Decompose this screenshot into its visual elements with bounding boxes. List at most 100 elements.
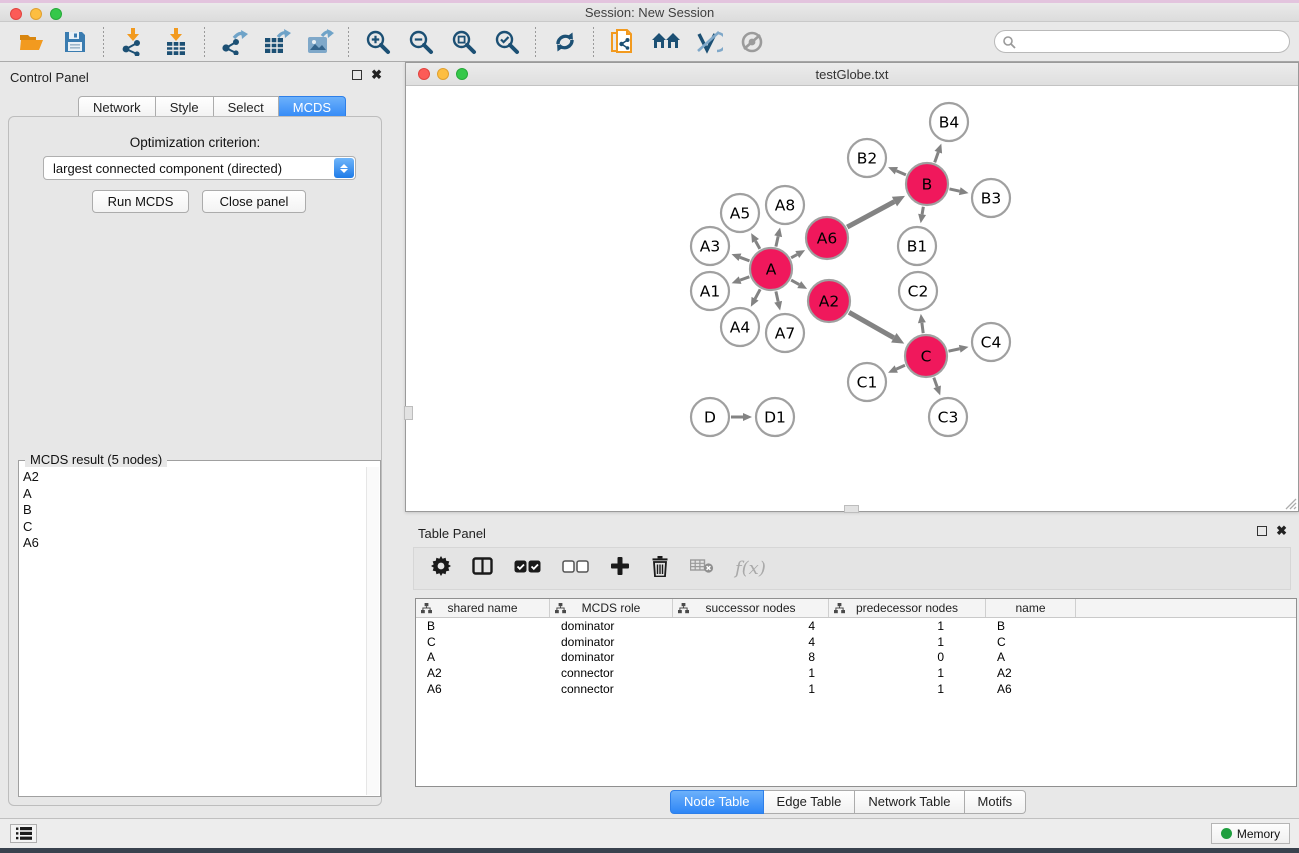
- table-row[interactable]: Adominator80A: [416, 650, 1296, 666]
- export-network-button[interactable]: [212, 25, 255, 59]
- graph-edge-A-A7[interactable]: [776, 291, 778, 301]
- home-pair-button[interactable]: [644, 25, 687, 59]
- table-cell: C: [986, 635, 1076, 649]
- graph-edge-B-B2[interactable]: [896, 171, 906, 175]
- run-mcds-button[interactable]: Run MCDS: [92, 190, 189, 213]
- graph-edge-arrowhead: [732, 254, 742, 261]
- delete-column-button[interactable]: [651, 556, 669, 582]
- add-column-button[interactable]: [610, 556, 630, 581]
- open-session-button[interactable]: [10, 25, 53, 59]
- graph-edge-C-C4[interactable]: [948, 349, 959, 351]
- result-list-item[interactable]: A6: [23, 535, 364, 552]
- tab-network-table[interactable]: Network Table: [855, 790, 964, 814]
- import-table-button[interactable]: [154, 25, 197, 59]
- show-panels-button[interactable]: [10, 824, 37, 843]
- criterion-dropdown[interactable]: largest connected component (directed): [43, 156, 356, 180]
- graph-edge-A-A8[interactable]: [776, 236, 778, 246]
- close-window-icon[interactable]: [10, 8, 22, 20]
- tab-edge-table[interactable]: Edge Table: [764, 790, 856, 814]
- table-cell: 8: [673, 650, 829, 664]
- table-row[interactable]: A2connector11A2: [416, 665, 1296, 681]
- delete-table-button[interactable]: [690, 558, 714, 579]
- graph-node-label: B4: [939, 114, 960, 132]
- save-session-icon: [63, 30, 87, 54]
- network-minimize-icon[interactable]: [437, 68, 449, 80]
- result-list-item[interactable]: A: [23, 486, 364, 503]
- status-bar: Memory: [0, 818, 1299, 848]
- column-header-MCDS-role[interactable]: MCDS role: [550, 599, 673, 617]
- node-table[interactable]: shared name MCDS rolesuccessor nodesprede…: [415, 598, 1297, 787]
- search-input[interactable]: [1016, 33, 1289, 51]
- table-row[interactable]: Cdominator41C: [416, 634, 1296, 650]
- graph-edge-C-C2[interactable]: [922, 323, 923, 333]
- float-table-panel-icon[interactable]: [1257, 526, 1267, 536]
- deselect-all-button[interactable]: [562, 560, 589, 578]
- graph-edge-A-A3[interactable]: [740, 257, 750, 261]
- search-field[interactable]: [994, 30, 1290, 53]
- network-graph[interactable]: B4B2BB3B1A5A8A6A3AA1A2C2A4A7C4CC1C3DD1: [406, 86, 1298, 511]
- zoom-in-button[interactable]: [356, 25, 399, 59]
- close-panel-button[interactable]: Close panel: [202, 190, 306, 213]
- close-panel-icon[interactable]: ✖: [371, 70, 382, 80]
- network-window-titlebar[interactable]: testGlobe.txt: [406, 63, 1298, 86]
- zoom-window-icon[interactable]: [50, 8, 62, 20]
- tab-node-table[interactable]: Node Table: [670, 790, 764, 814]
- table-cell: C: [416, 635, 550, 649]
- column-header-shared-name[interactable]: shared name: [416, 599, 550, 617]
- graph-edge-A6-B[interactable]: [847, 202, 894, 227]
- graph-edge-A-A4[interactable]: [755, 289, 760, 298]
- minimize-window-icon[interactable]: [30, 8, 42, 20]
- tab-motifs[interactable]: Motifs: [965, 790, 1027, 814]
- graph-edge-C-C1[interactable]: [896, 365, 905, 369]
- zoom-fit-button[interactable]: [442, 25, 485, 59]
- column-header-successor-nodes[interactable]: successor nodes: [673, 599, 829, 617]
- network-close-icon[interactable]: [418, 68, 430, 80]
- column-header-label: shared name: [447, 601, 517, 615]
- table-toolbar: f(x): [413, 547, 1291, 590]
- column-header-predecessor-nodes[interactable]: predecessor nodes: [829, 599, 986, 617]
- network-bottom-handle[interactable]: [844, 505, 859, 513]
- zoom-selected-button[interactable]: [485, 25, 528, 59]
- graph-edge-A-A2[interactable]: [791, 280, 799, 284]
- column-layout-button[interactable]: [472, 557, 493, 580]
- save-session-button[interactable]: [53, 25, 96, 59]
- result-list-item[interactable]: C: [23, 519, 364, 536]
- refresh-layout-button[interactable]: [543, 25, 586, 59]
- result-list-item[interactable]: B: [23, 502, 364, 519]
- table-row[interactable]: Bdominator41B: [416, 618, 1296, 634]
- network-snapshot-button[interactable]: [601, 25, 644, 59]
- close-table-panel-icon[interactable]: ✖: [1276, 526, 1287, 536]
- mcds-result-list[interactable]: A2ABCA6: [23, 469, 364, 792]
- resize-grip-icon[interactable]: [1283, 496, 1297, 510]
- float-panel-icon[interactable]: [352, 70, 362, 80]
- graph-edge-A-A1[interactable]: [740, 277, 749, 280]
- network-zoom-icon[interactable]: [456, 68, 468, 80]
- table-row[interactable]: A6connector11A6: [416, 681, 1296, 697]
- graph-edge-A-A5[interactable]: [755, 241, 759, 249]
- graph-edge-B-B1[interactable]: [922, 207, 923, 215]
- network-left-handle[interactable]: [404, 406, 413, 420]
- import-network-button[interactable]: [111, 25, 154, 59]
- graph-node-label: A4: [730, 319, 750, 337]
- graphics-details-button[interactable]: [687, 25, 730, 59]
- graph-edge-B-B3[interactable]: [949, 189, 959, 191]
- birdseye-view-button[interactable]: [730, 25, 773, 59]
- network-canvas[interactable]: B4B2BB3B1A5A8A6A3AA1A2C2A4A7C4CC1C3DD1: [406, 86, 1298, 511]
- zoom-out-button[interactable]: [399, 25, 442, 59]
- settings-gear-button[interactable]: [431, 556, 451, 581]
- desktop-background-strip: [0, 848, 1299, 853]
- select-all-button[interactable]: [514, 560, 541, 578]
- network-traffic-lights[interactable]: [418, 68, 468, 80]
- export-image-button[interactable]: [298, 25, 341, 59]
- graph-edge-C-C3[interactable]: [934, 378, 937, 387]
- column-header-name[interactable]: name: [986, 599, 1076, 617]
- graph-edge-A2-C[interactable]: [849, 312, 894, 337]
- result-list-item[interactable]: A2: [23, 469, 364, 486]
- graph-edge-A-A6[interactable]: [791, 254, 797, 257]
- graph-edge-B-B4[interactable]: [935, 152, 939, 162]
- function-builder-button[interactable]: f(x): [735, 558, 766, 579]
- memory-button[interactable]: Memory: [1211, 823, 1290, 844]
- result-scrollbar[interactable]: [366, 467, 379, 795]
- export-table-button[interactable]: [255, 25, 298, 59]
- app-traffic-lights[interactable]: [10, 8, 62, 20]
